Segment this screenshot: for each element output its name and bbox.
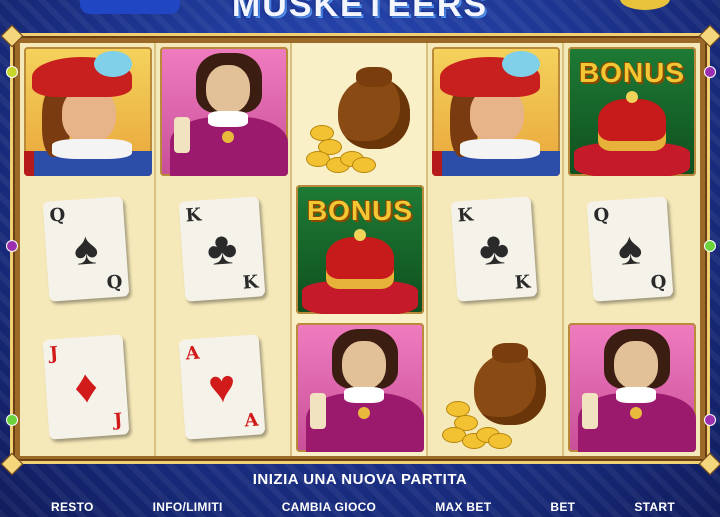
playing-card: J ♦ J <box>42 334 130 440</box>
payline-marker <box>704 240 716 252</box>
reel-cell: Q ♠ Q <box>20 181 156 318</box>
crown-icon <box>598 99 666 151</box>
collar-shape <box>344 387 384 403</box>
card-suit-icon: ♣ <box>477 221 511 275</box>
payline-marker <box>704 414 716 426</box>
bonus-tile: BONUS <box>296 185 424 314</box>
musketeer-icon <box>24 47 152 176</box>
reel-cell: Q ♠ Q <box>564 181 700 318</box>
face-shape <box>614 341 658 389</box>
collar-shape <box>460 139 540 159</box>
card-suit-icon: ♠ <box>71 221 100 275</box>
reel-cell <box>292 43 428 180</box>
collar-shape <box>616 387 656 403</box>
reel-1: Q ♠ Q J ♦ J <box>20 43 156 456</box>
game-title-banner: MUSKETEERS <box>20 0 700 34</box>
card-suit-icon: ♥ <box>206 359 238 413</box>
bag-shape <box>338 77 410 149</box>
crown-gem-shape <box>626 91 638 103</box>
reel-cell <box>292 319 428 456</box>
bag-top-shape <box>492 343 528 363</box>
medal-shape <box>358 407 370 419</box>
scroll-shape <box>174 117 190 153</box>
reel-3: BONUS <box>292 43 428 456</box>
coin-shape <box>352 157 376 173</box>
playing-card: A ♥ A <box>178 334 266 440</box>
collar-shape <box>208 111 248 127</box>
card-rank-label: K <box>456 204 474 227</box>
reel-cell: K ♣ K <box>156 181 292 318</box>
payline-marker <box>6 240 18 252</box>
bonus-label: BONUS <box>578 57 686 88</box>
reel-cell: BONUS <box>564 43 700 180</box>
card-rank-label: Q <box>592 204 610 227</box>
reel-cell: J ♦ J <box>20 319 156 456</box>
reel-cell <box>428 319 564 456</box>
bet-button[interactable]: BET <box>550 497 575 517</box>
reel-cell <box>428 43 564 180</box>
game-title: MUSKETEERS <box>231 0 489 24</box>
playing-card: Q ♠ Q <box>42 196 130 302</box>
reel-5: BONUS Q ♠ Q <box>564 43 700 456</box>
scroll-shape <box>582 393 598 429</box>
card-rank-label: Q <box>650 271 668 294</box>
payline-marker <box>6 414 18 426</box>
reel-cell: K ♣ K <box>428 181 564 318</box>
resto-button[interactable]: RESTO <box>51 497 94 517</box>
reels-grid: Q ♠ Q J ♦ J K ♣ K A ♥ A BONUS K ♣ K BONUS Q ♠ Q <box>20 43 700 456</box>
payline-marker <box>6 66 18 78</box>
card-rank-label: A <box>243 409 260 432</box>
musketeer-icon <box>432 47 560 176</box>
crown-gem-shape <box>354 229 366 241</box>
start-button[interactable]: START <box>634 497 675 517</box>
reel-2: K ♣ K A ♥ A <box>156 43 292 456</box>
cardinal-icon <box>160 47 288 176</box>
reel-cell <box>564 319 700 456</box>
max-bet-button[interactable]: MAX BET <box>435 497 491 517</box>
bonus-tile: BONUS <box>568 47 696 176</box>
reel-cell <box>20 43 156 180</box>
gold-bag-icon <box>432 323 560 452</box>
face-shape <box>206 65 250 113</box>
crown-icon <box>326 237 394 289</box>
info-limits-button[interactable]: INFO/LIMITI <box>153 497 223 517</box>
playing-card: K ♣ K <box>450 196 538 302</box>
change-game-button[interactable]: CAMBIA GIOCO <box>282 497 377 517</box>
gold-bag-icon <box>296 47 424 176</box>
card-suit-icon: ♣ <box>205 221 239 275</box>
face-shape <box>342 341 386 389</box>
card-suit-icon: ♦ <box>72 359 100 413</box>
reel-4: K ♣ K <box>428 43 564 456</box>
cardinal-icon <box>568 323 696 452</box>
playing-card: Q ♠ Q <box>586 196 674 302</box>
card-rank-label: K <box>242 271 260 294</box>
card-rank-label: K <box>184 204 202 227</box>
plume-shape <box>94 51 132 77</box>
card-rank-label: J <box>113 409 124 432</box>
bag-shape <box>474 353 546 425</box>
medal-shape <box>630 407 642 419</box>
medal-shape <box>222 131 234 143</box>
status-message: INIZIA UNA NUOVA PARTITA <box>252 471 468 488</box>
card-rank-label: A <box>184 342 201 365</box>
control-bar: RESTO INFO/LIMITI CAMBIA GIOCO MAX BET B… <box>0 497 720 517</box>
card-suit-icon: ♠ <box>615 221 644 275</box>
reel-cell: BONUS <box>292 181 428 318</box>
collar-shape <box>52 139 132 159</box>
card-rank-label: J <box>48 342 59 365</box>
reel-cell <box>156 43 292 180</box>
playing-card: K ♣ K <box>178 196 266 302</box>
reel-cell: A ♥ A <box>156 319 292 456</box>
card-rank-label: Q <box>106 271 124 294</box>
card-rank-label: K <box>514 271 532 294</box>
payline-marker <box>704 66 716 78</box>
scroll-shape <box>310 393 326 429</box>
bonus-label: BONUS <box>306 195 414 226</box>
bag-top-shape <box>356 67 392 87</box>
coin-shape <box>488 433 512 449</box>
plume-shape <box>502 51 540 77</box>
card-rank-label: Q <box>48 204 66 227</box>
cardinal-icon <box>296 323 424 452</box>
